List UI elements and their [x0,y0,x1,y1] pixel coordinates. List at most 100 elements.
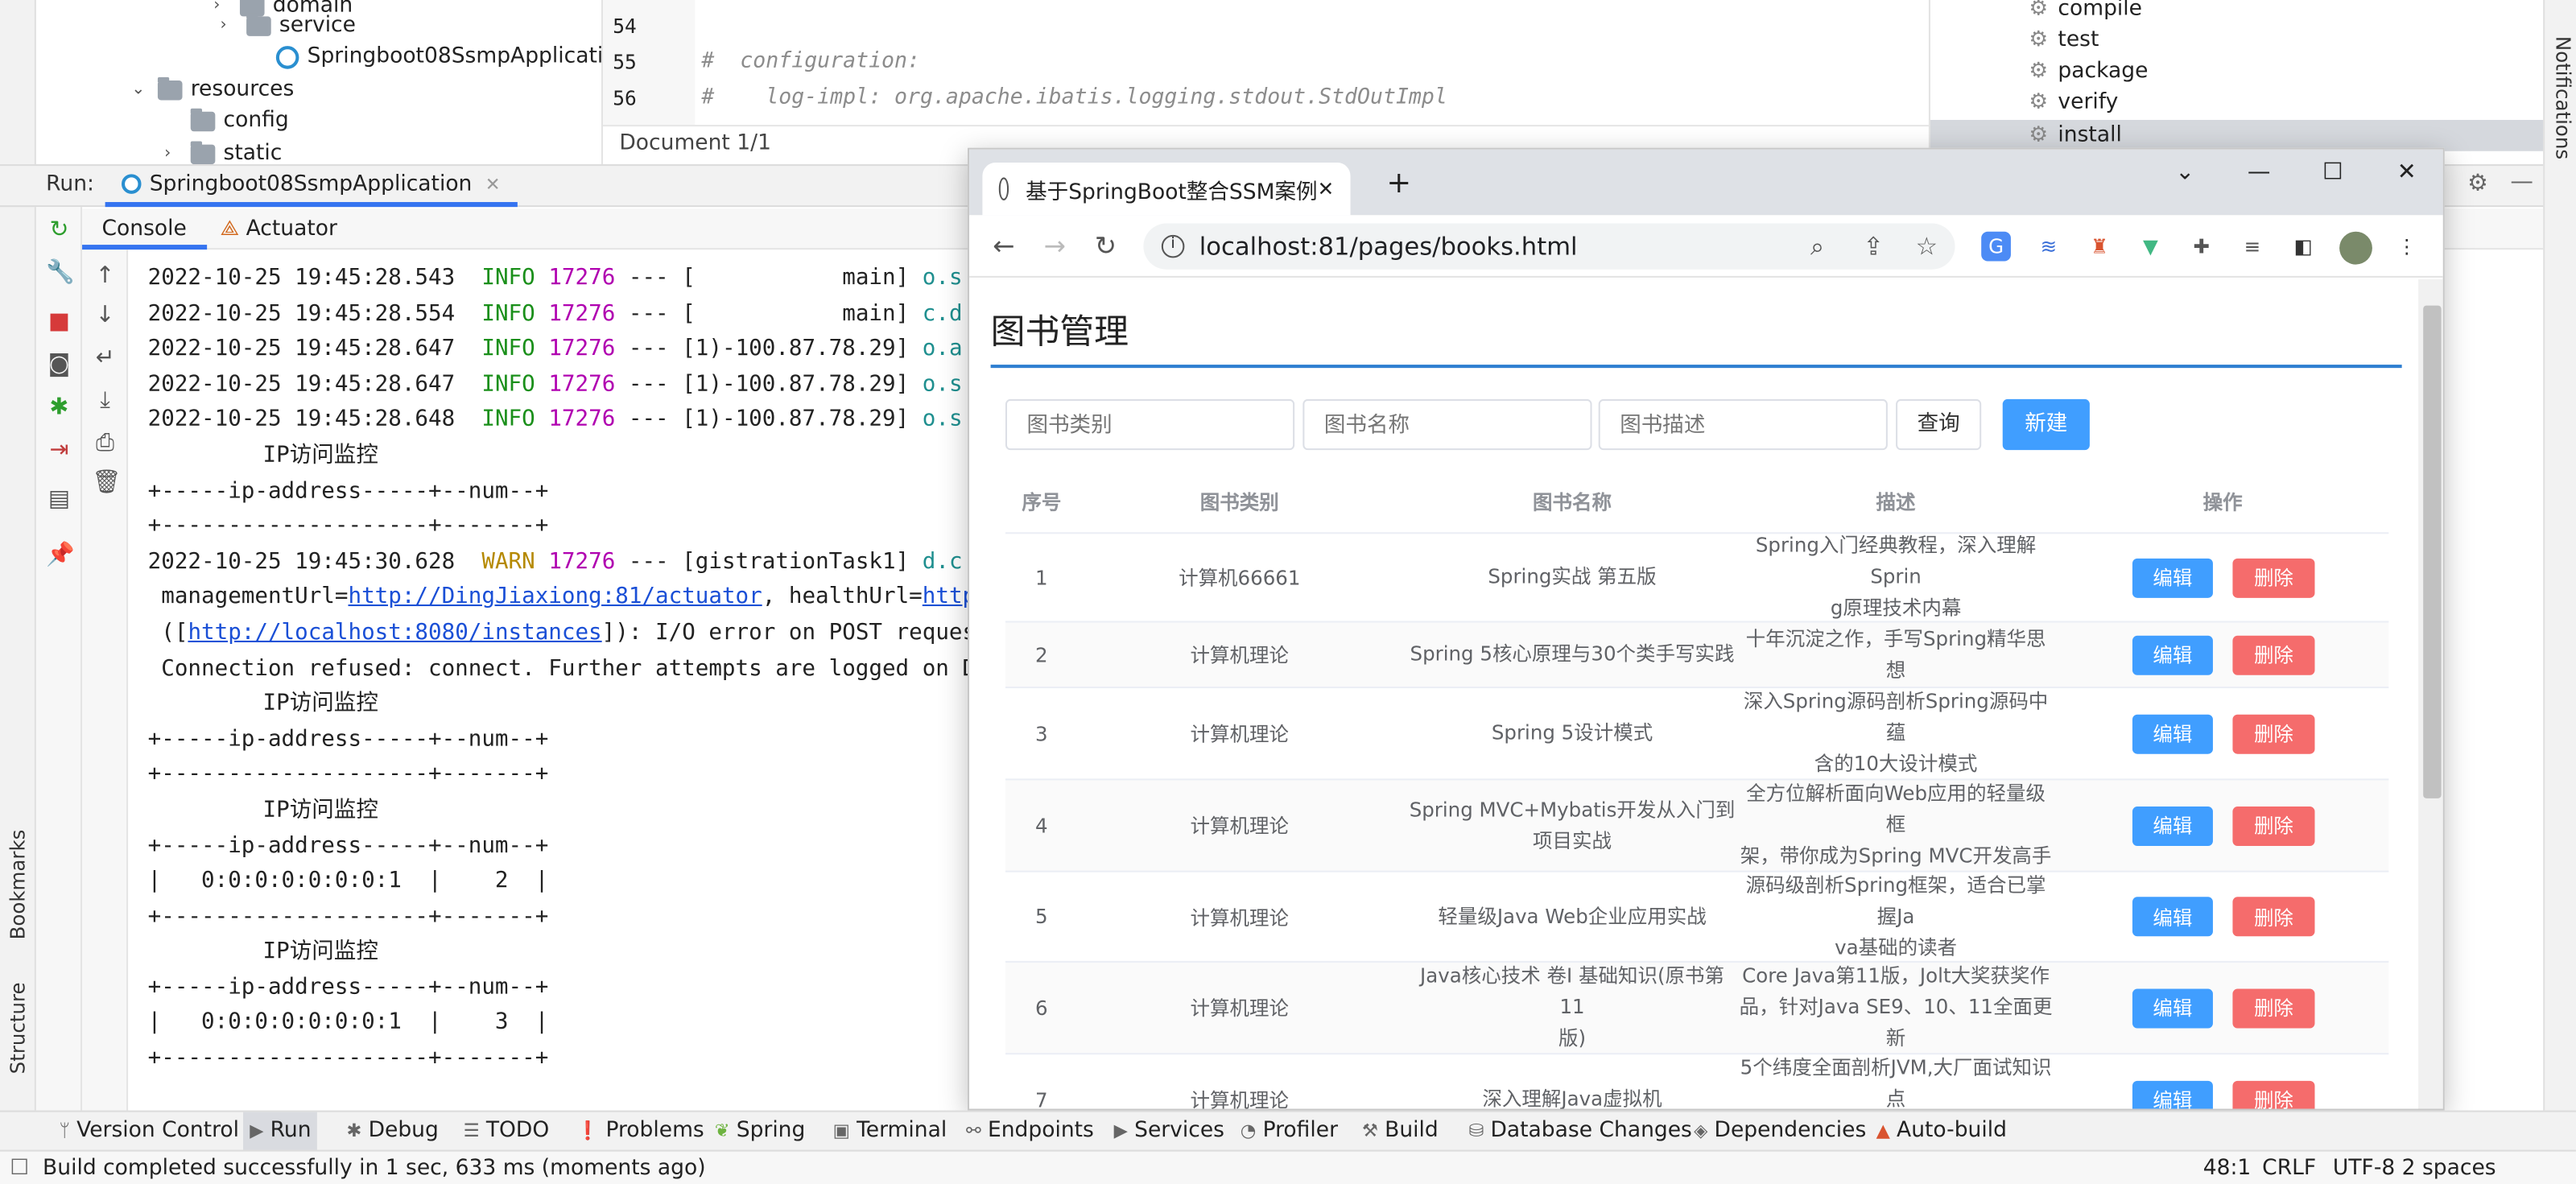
layout-icon[interactable]: ▤ [46,486,72,513]
delete-button[interactable]: 删除 [2232,634,2315,675]
chevron-down-icon[interactable]: ⌄ [131,74,147,105]
delete-button[interactable]: 删除 [2232,557,2315,597]
scrollbar-thumb[interactable] [2423,305,2442,798]
bookmark-star-icon[interactable]: ☆ [1916,224,1938,270]
maven-lifecycle-compile[interactable]: ⚙ compile [1930,0,2545,25]
maven-lifecycle-package[interactable]: ⚙ package [1930,56,2545,87]
delete-button[interactable]: 删除 [2232,806,2315,845]
back-icon[interactable]: ← [988,230,1021,262]
page-scrollbar[interactable] [2418,278,2443,1109]
delete-button[interactable]: 删除 [2232,988,2315,1028]
window-close-button[interactable]: ✕ [2382,159,2431,186]
extension-icon[interactable]: ♜ [2084,231,2115,262]
tool-todo[interactable]: ☰ TODO [456,1112,555,1152]
run-config-tab[interactable]: Springboot08SsmpApplication ✕ [105,166,517,208]
tab-actuator[interactable]: ⟁ Actuator [200,208,357,250]
debug-bug-icon[interactable]: ✱ [46,394,72,421]
tool-problems[interactable]: ❗ Problems [570,1112,711,1152]
rerun-icon[interactable]: ↻ [46,217,72,243]
build-status-message[interactable]: Build completed successfully in 1 sec, 6… [43,1153,705,1184]
delete-button[interactable]: 删除 [2232,897,2315,937]
delete-button[interactable]: 删除 [2232,713,2315,753]
code-line[interactable]: # log-impl: org.apache.ibatis.logging.st… [701,85,1447,110]
tool-dependencies[interactable]: ◈ Dependencies [1687,1112,1873,1152]
maven-lifecycle-verify[interactable]: ⚙ verify [1930,87,2545,118]
address-bar[interactable]: i localhost:81/pages/books.html ⌕ ⇪ ☆ [1143,223,1955,270]
media-control-icon[interactable]: ≡ [2237,231,2268,262]
management-url-link[interactable]: http://DingJiaxiong:81/actuator [348,583,762,609]
book-type-filter[interactable] [1005,398,1295,451]
tab-search-chevron-icon[interactable]: ⌄ [2161,159,2210,186]
edit-button[interactable]: 编辑 [2132,634,2213,675]
edit-button[interactable]: 编辑 [2132,1079,2213,1109]
tab-console[interactable]: Console [82,208,207,250]
edit-button[interactable]: 编辑 [2132,897,2213,937]
tree-item-resources[interactable]: ⌄ resources [131,74,294,105]
print-icon[interactable]: ⎙ [92,431,118,457]
extensions-puzzle-icon[interactable]: ✚ [2186,231,2217,262]
vue-devtools-icon[interactable]: ▼ [2136,231,2165,262]
maven-lifecycle-install[interactable]: ⚙ install [1930,119,2545,151]
camera-icon[interactable]: ◙ [46,352,72,378]
query-button[interactable]: 查询 [1896,398,1982,451]
pin-icon[interactable]: 📌 [46,542,75,568]
translate-extension-icon[interactable]: G [1981,231,2011,262]
side-panel-icon[interactable]: ◧ [2288,231,2318,262]
tool-profiler[interactable]: ◔ Profiler [1234,1112,1345,1152]
structure-tab[interactable]: Structure [6,982,30,1074]
notifications-tab[interactable]: Notifications [2551,36,2574,159]
browser-tab[interactable]: 基于SpringBoot整合SSM案例 ✕ [982,163,1351,216]
scroll-to-end-icon[interactable]: ⤓ [92,388,118,415]
tree-item-application[interactable]: Springboot08SsmpApplication [275,41,630,72]
edit-button[interactable]: 编辑 [2132,557,2213,597]
book-name-filter[interactable] [1302,398,1592,451]
chevron-right-icon[interactable]: › [220,10,236,41]
trash-icon[interactable]: 🗑 [92,470,121,497]
maven-lifecycle-test[interactable]: ⚙ test [1930,25,2545,56]
close-icon[interactable]: ✕ [485,173,501,195]
arrow-up-icon[interactable]: ↑ [92,263,118,290]
new-tab-button[interactable]: + [1386,166,1411,200]
login-icon[interactable]: ⇥ [46,437,72,464]
minimize-icon[interactable]: — [2510,169,2533,196]
site-info-icon[interactable]: i [1161,234,1185,258]
bookmarks-tab[interactable]: Bookmarks [6,830,30,940]
reload-icon[interactable]: ↻ [1089,230,1122,262]
edit-button[interactable]: 编辑 [2132,713,2213,753]
line-separator[interactable]: CRLF [2262,1153,2316,1184]
tool-spring[interactable]: ❦ Spring [708,1112,812,1152]
tool-database-changes[interactable]: ⛁ Database Changes [1462,1112,1699,1152]
soft-wrap-icon[interactable]: ↵ [92,345,118,372]
new-book-button[interactable]: 新建 [2002,398,2090,451]
settings-gear-icon[interactable]: ⚙ [2467,171,2488,197]
delete-button[interactable]: 删除 [2232,1079,2315,1109]
edit-button[interactable]: 编辑 [2132,988,2213,1028]
close-tab-icon[interactable]: ✕ [1318,177,1335,200]
caret-position[interactable]: 48:1 [2203,1153,2252,1184]
tool-services[interactable]: ▶ Services [1107,1112,1231,1152]
file-encoding[interactable]: UTF-8 [2333,1153,2395,1184]
window-maximize-button[interactable]: ☐ [2308,159,2357,186]
stop-icon[interactable]: ■ [46,309,72,336]
edit-button[interactable]: 编辑 [2132,806,2213,845]
extension-icon[interactable]: ≋ [2033,231,2064,262]
book-desc-filter[interactable] [1598,398,1888,451]
avatar[interactable] [2339,231,2372,265]
tool-endpoints[interactable]: ⚯ Endpoints [960,1112,1100,1152]
tool-terminal[interactable]: ▣ Terminal [827,1112,954,1152]
code-editor[interactable]: 54 55 56 # configuration: # log-impl: or… [601,0,1930,165]
indent-setting[interactable]: 2 spaces [2402,1153,2496,1184]
tool-build[interactable]: ⚒ Build [1356,1112,1445,1152]
wrench-icon[interactable]: 🔧 [46,259,75,286]
arrow-down-icon[interactable]: ↓ [92,303,118,329]
tool-auto-build[interactable]: ▲ Auto-build [1869,1112,2013,1152]
tool-version-control[interactable]: ᛘ Version Control [52,1112,246,1152]
tool-debug[interactable]: ✱ Debug [340,1112,445,1152]
code-line[interactable]: # configuration: [701,49,920,74]
tree-item-config[interactable]: config [190,105,289,137]
tree-item-service[interactable]: › service [220,10,356,41]
address-url[interactable]: localhost:81/pages/books.html [1199,232,1578,262]
more-menu-icon[interactable]: ⋮ [2392,231,2422,262]
forward-icon[interactable]: → [1038,230,1071,262]
instances-url-link[interactable]: http://localhost:8080/instances [188,619,601,646]
